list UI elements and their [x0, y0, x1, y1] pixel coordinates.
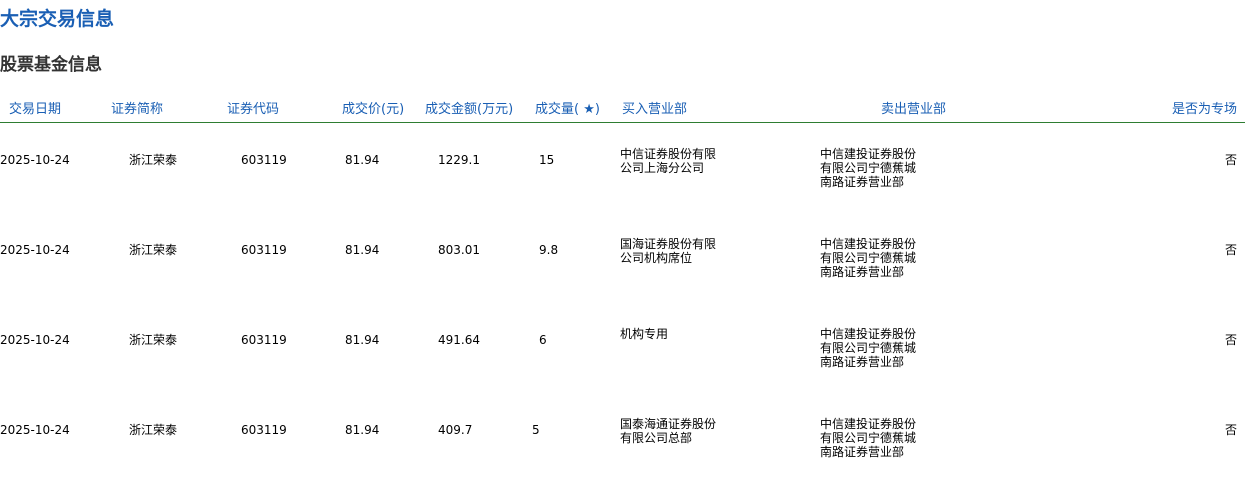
table-row[interactable]: 2025-10-24 浙江荣泰 603119 81.94 803.01 9.8 国海证券股份…	[0, 213, 1245, 303]
header-security-name[interactable]: 证券简称	[111, 98, 163, 117]
header-volume[interactable]: 成交量( ★)	[535, 98, 600, 117]
cell-price: 81.94	[345, 243, 380, 257]
cell-seller-branch: 中信建投证券股份 有限公司宁德蕉城 南路证券营业部	[820, 147, 916, 189]
cell-buyer-line: 有限公司总部	[620, 431, 693, 445]
cell-security-name: 浙江荣泰	[129, 423, 178, 437]
cell-buyer-line: 公司上海分公司	[620, 161, 705, 175]
cell-seller-line: 中信建投证券股份	[820, 327, 917, 341]
cell-trade-date: 2025-10-24	[0, 243, 70, 257]
cell-security-code: 603119	[241, 153, 287, 167]
header-special[interactable]: 是否为专场	[1172, 98, 1237, 117]
cell-seller-line: 有限公司宁德蕉城	[820, 161, 917, 175]
header-price[interactable]: 成交价(元)	[342, 98, 404, 117]
table-body: 2025-10-24 浙江荣泰 603119 81.94 1229.1 15 中信证券股份有…	[0, 123, 1245, 483]
table-row[interactable]: 2025-10-24 浙江荣泰 603119 81.94 491.64 6 机构专用 中信建投…	[0, 303, 1245, 393]
cell-security-name: 浙江荣泰	[129, 333, 178, 347]
cell-security-name: 浙江荣泰	[129, 243, 178, 257]
cell-buyer-branch: 中信证券股份有限 公司上海分公司	[620, 147, 716, 175]
block-trade-table: 交易日期 证券简称 证券代码 成交价(元) 成交金额(万元) 成交量( ★) 买…	[0, 94, 1245, 483]
cell-seller-line: 南路证券营业部	[820, 175, 905, 189]
cell-special-session: 否	[1224, 333, 1237, 347]
table-header-row: 交易日期 证券简称 证券代码 成交价(元) 成交金额(万元) 成交量( ★) 买…	[0, 94, 1245, 123]
cell-security-code: 603119	[241, 333, 287, 347]
cell-seller-line: 有限公司宁德蕉城	[820, 251, 917, 265]
cell-amount: 1229.1	[438, 153, 480, 167]
cell-trade-date: 2025-10-24	[0, 153, 70, 167]
cell-seller-line: 中信建投证券股份	[820, 237, 917, 251]
cell-special-session: 否	[1224, 243, 1237, 257]
cell-volume: 9.8	[539, 243, 559, 257]
header-amount[interactable]: 成交金额(万元)	[425, 98, 513, 117]
header-security-code[interactable]: 证券代码	[227, 98, 279, 117]
header-seller[interactable]: 卖出营业部	[881, 98, 946, 117]
header-buyer[interactable]: 买入营业部	[622, 98, 687, 117]
cell-security-code: 603119	[241, 423, 287, 437]
cell-buyer-branch: 机构专用	[620, 327, 668, 341]
cell-amount: 491.64	[438, 333, 480, 347]
cell-buyer-line: 机构专用	[620, 327, 669, 341]
cell-buyer-line: 中信证券股份有限	[620, 147, 717, 161]
cell-price: 81.94	[345, 153, 380, 167]
cell-seller-line: 南路证券营业部	[820, 445, 905, 459]
section-title: 股票基金信息	[0, 55, 102, 75]
cell-buyer-line: 公司机构席位	[620, 251, 693, 265]
table-row[interactable]: 2025-10-24 浙江荣泰 603119 81.94 1229.1 15 中信证券股份有…	[0, 123, 1245, 213]
cell-security-code: 603119	[241, 243, 287, 257]
cell-price: 81.94	[345, 423, 380, 437]
cell-security-name: 浙江荣泰	[129, 153, 178, 167]
cell-seller-line: 南路证券营业部	[820, 355, 905, 369]
cell-seller-line: 中信建投证券股份	[820, 417, 917, 431]
cell-buyer-branch: 国泰海通证券股份 有限公司总部	[620, 417, 716, 445]
cell-volume: 6	[539, 333, 547, 347]
cell-seller-line: 有限公司宁德蕉城	[820, 341, 917, 355]
cell-buyer-branch: 国海证券股份有限 公司机构席位	[620, 237, 716, 265]
cell-volume: 5	[532, 423, 540, 437]
table-row[interactable]: 2025-10-24 浙江荣泰 603119 81.94 409.7 5 国泰海通证券股份有…	[0, 393, 1245, 483]
cell-volume: 15	[539, 153, 555, 167]
page-title: 大宗交易信息	[0, 8, 115, 30]
cell-special-session: 否	[1224, 423, 1237, 437]
cell-special-session: 否	[1224, 153, 1237, 167]
cell-amount: 409.7	[438, 423, 473, 437]
cell-seller-line: 中信建投证券股份	[820, 147, 917, 161]
cell-trade-date: 2025-10-24	[0, 333, 70, 347]
cell-buyer-line: 国海证券股份有限	[620, 237, 717, 251]
cell-seller-branch: 中信建投证券股份 有限公司宁德蕉城 南路证券营业部	[820, 327, 916, 369]
cell-seller-line: 有限公司宁德蕉城	[820, 431, 917, 445]
cell-seller-branch: 中信建投证券股份 有限公司宁德蕉城 南路证券营业部	[820, 237, 916, 279]
header-trade-date[interactable]: 交易日期	[9, 98, 61, 117]
cell-buyer-line: 国泰海通证券股份	[620, 417, 717, 431]
cell-trade-date: 2025-10-24	[0, 423, 70, 437]
cell-seller-branch: 中信建投证券股份 有限公司宁德蕉城 南路证券营业部	[820, 417, 916, 459]
cell-amount: 803.01	[438, 243, 480, 257]
cell-price: 81.94	[345, 333, 380, 347]
cell-seller-line: 南路证券营业部	[820, 265, 905, 279]
